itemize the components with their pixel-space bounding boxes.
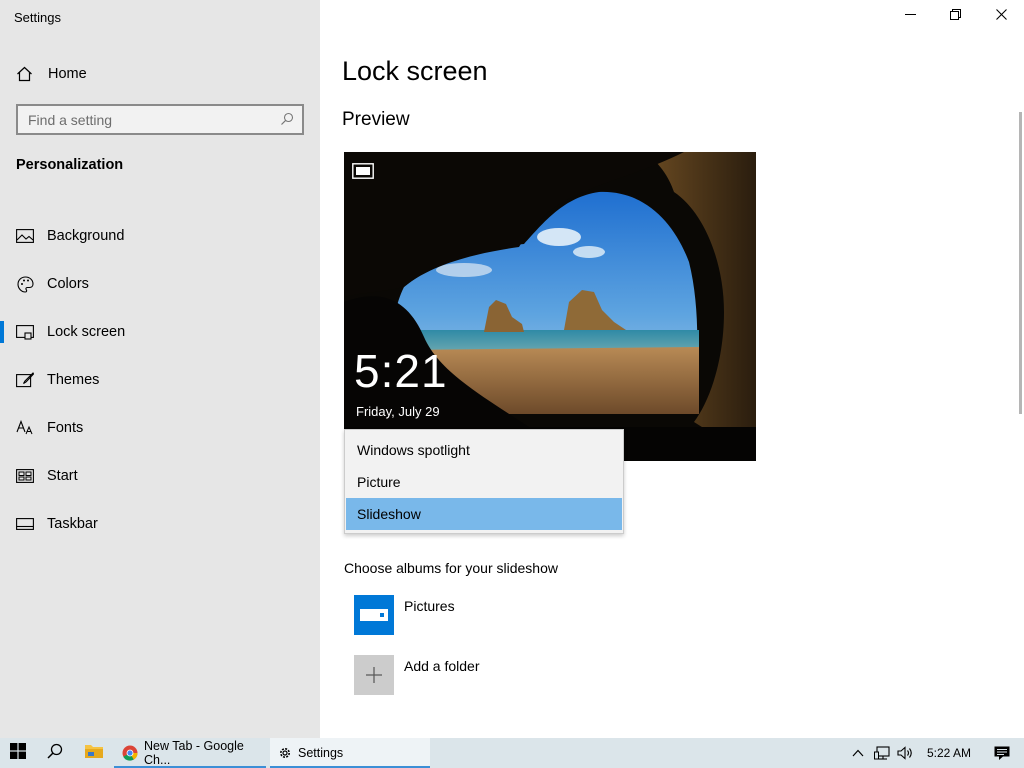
taskbar-app-label: New Tab - Google Ch...	[144, 739, 244, 767]
search-input[interactable]	[28, 111, 268, 128]
preview-heading: Preview	[342, 109, 410, 130]
minimize-button[interactable]	[887, 0, 933, 32]
search-icon	[47, 743, 63, 764]
start-icon	[16, 467, 34, 485]
system-tray: 5:22 AM	[846, 738, 1024, 768]
section-title: Personalization	[16, 157, 124, 173]
add-folder-button[interactable]: Add a folder	[354, 655, 480, 695]
dropdown-option-windows-spotlight[interactable]: Windows spotlight	[346, 434, 622, 466]
close-icon	[995, 7, 1007, 25]
lock-time: 5:21	[354, 345, 448, 397]
volume-icon[interactable]	[894, 746, 918, 760]
app-title: Settings	[14, 10, 61, 25]
home-icon	[16, 66, 36, 82]
network-icon[interactable]	[870, 746, 894, 760]
minimize-icon	[904, 7, 916, 25]
album-label: Pictures	[404, 598, 455, 614]
search-icon[interactable]	[280, 112, 294, 131]
taskbar-app-settings[interactable]: Settings	[270, 738, 430, 768]
sidebar-item-label: Taskbar	[47, 516, 98, 532]
chevron-up-icon[interactable]	[846, 749, 870, 757]
sidebar-nav: Background Colors Lock screen Themes Fon…	[0, 212, 320, 548]
windows-icon	[10, 742, 26, 764]
picture-icon	[16, 227, 34, 245]
home-link[interactable]: Home	[16, 63, 87, 85]
sidebar-item-background[interactable]: Background	[0, 212, 320, 260]
plus-icon	[354, 655, 394, 695]
dropdown-option-picture[interactable]: Picture	[346, 466, 622, 498]
sidebar-item-taskbar[interactable]: Taskbar	[0, 500, 320, 548]
sidebar-item-fonts[interactable]: Fonts	[0, 404, 320, 452]
albums-label: Choose albums for your slideshow	[344, 560, 558, 576]
sidebar-item-label: Fonts	[47, 420, 84, 436]
folder-icon	[85, 743, 103, 763]
font-icon	[16, 419, 34, 437]
taskbar-icon	[16, 515, 34, 533]
taskbar-app-label: Settings	[298, 746, 344, 760]
taskbar: New Tab - Google Ch... Settings 5:22 AM	[0, 738, 1024, 768]
brush-icon	[16, 371, 34, 389]
taskbar-app-chrome[interactable]: New Tab - Google Ch...	[114, 738, 266, 768]
taskbar-search-button[interactable]	[36, 738, 74, 768]
restore-button[interactable]	[932, 0, 978, 32]
restore-icon	[949, 7, 961, 25]
sidebar-item-colors[interactable]: Colors	[0, 260, 320, 308]
page-title: Lock screen	[342, 56, 488, 86]
palette-icon	[16, 275, 34, 293]
home-label: Home	[48, 66, 87, 82]
background-dropdown[interactable]: Windows spotlight Picture Slideshow	[344, 429, 624, 534]
file-explorer-button[interactable]	[74, 738, 114, 768]
scrollbar[interactable]	[1019, 112, 1022, 414]
sidebar-item-label: Colors	[47, 276, 89, 292]
folder-icon	[354, 595, 394, 635]
sidebar-item-label: Themes	[47, 372, 100, 388]
close-button[interactable]	[978, 0, 1024, 32]
sidebar-item-label: Lock screen	[47, 324, 126, 340]
album-pictures[interactable]: Pictures	[354, 595, 455, 635]
album-label: Add a folder	[404, 658, 480, 674]
action-center-icon[interactable]	[980, 746, 1024, 761]
dropdown-option-slideshow[interactable]: Slideshow	[346, 498, 622, 530]
gear-icon	[278, 746, 292, 760]
sidebar-item-start[interactable]: Start	[0, 452, 320, 500]
slideshow-icon	[352, 163, 374, 184]
start-button[interactable]	[0, 738, 36, 768]
sidebar: Settings Home Personalization Background…	[0, 0, 320, 738]
chrome-icon	[122, 745, 138, 761]
sidebar-item-label: Background	[47, 228, 125, 244]
sidebar-item-lock-screen[interactable]: Lock screen	[0, 308, 320, 356]
lock-date: Friday, July 29	[356, 404, 440, 419]
sidebar-item-label: Start	[47, 468, 78, 484]
lock-screen-icon	[16, 323, 34, 341]
sidebar-item-themes[interactable]: Themes	[0, 356, 320, 404]
search-box[interactable]	[16, 104, 304, 135]
taskbar-clock[interactable]: 5:22 AM	[918, 746, 980, 760]
